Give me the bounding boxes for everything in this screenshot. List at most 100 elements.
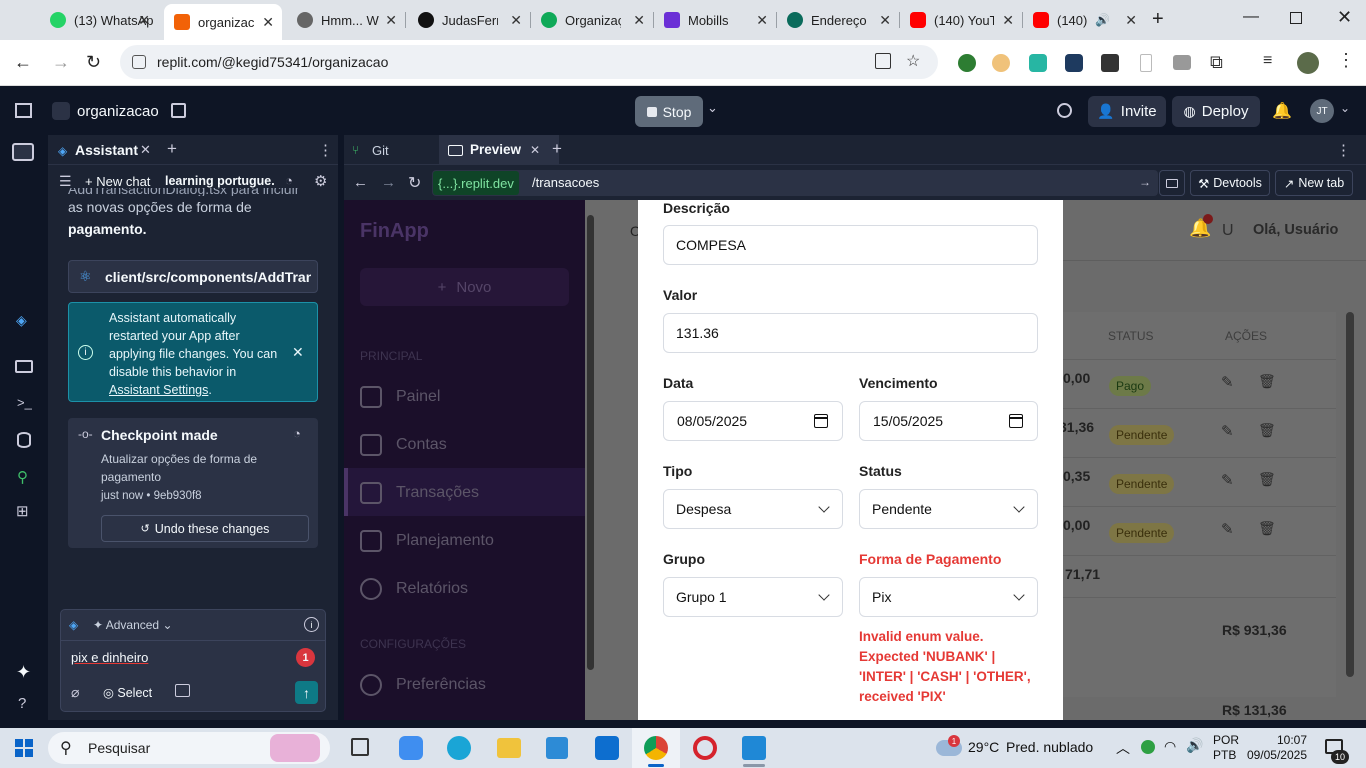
tab-git[interactable]: Git <box>372 143 389 158</box>
close-icon[interactable]: ✕ <box>1125 12 1137 29</box>
outlook-icon[interactable] <box>595 736 619 760</box>
browser-tab[interactable]: Mobills ✕ <box>654 6 776 34</box>
new-tab-button[interactable]: ↗ New tab <box>1275 170 1353 196</box>
tipo-select[interactable]: Despesa <box>663 489 843 529</box>
close-icon[interactable]: ✕ <box>756 12 768 29</box>
taskbar-search[interactable]: ⚲ Pesquisar <box>48 732 330 764</box>
close-icon[interactable]: ✕ <box>530 143 540 157</box>
user-avatar[interactable]: U <box>1222 222 1234 240</box>
deployments-icon[interactable]: ⚲ <box>17 468 28 486</box>
media-control-icon[interactable]: ≡ <box>1263 52 1272 70</box>
preview-url-bar[interactable]: {...}.replit.dev /transacoes → <box>432 170 1158 196</box>
toggle-sidebar-icon[interactable] <box>12 143 34 161</box>
menu-kebab-icon[interactable]: ⋮ <box>1337 50 1355 71</box>
back-icon[interactable]: ← <box>14 52 32 73</box>
forma-pagamento-select[interactable]: Pix <box>859 577 1038 617</box>
chevron-down-icon[interactable]: ⌄ <box>707 100 718 116</box>
profile-avatar[interactable] <box>1297 52 1319 74</box>
new-tab-icon[interactable]: + <box>167 139 177 159</box>
close-icon[interactable]: ✕ <box>1002 12 1014 29</box>
browser-tab[interactable]: (140) 🔊 ✕ <box>1023 6 1145 34</box>
sparkle-icon[interactable]: ✦ <box>16 662 31 683</box>
edit-icon[interactable]: ✎ <box>1221 373 1234 391</box>
info-icon[interactable]: i <box>304 617 319 632</box>
close-icon[interactable]: ✕ <box>633 12 645 29</box>
close-window-button[interactable]: ✕ <box>1337 7 1352 28</box>
extensions-puzzle-icon[interactable]: ⧉ <box>1210 52 1223 73</box>
minimize-button[interactable]: — <box>1243 8 1259 26</box>
status-select[interactable]: Pendente <box>859 489 1038 529</box>
chat-title[interactable]: learning portugue... <box>165 174 275 188</box>
edit-icon[interactable]: ✎ <box>1221 520 1234 538</box>
file-reference[interactable]: ⚛ client/src/components/AddTrans <box>68 260 318 293</box>
close-icon[interactable]: ✕ <box>140 142 151 158</box>
data-input[interactable]: 08/05/2025 <box>663 401 843 441</box>
undo-button[interactable]: ↺ Undo these changes <box>101 515 309 542</box>
nav-relatorios[interactable]: Relatórios <box>360 578 468 600</box>
browser-tab[interactable]: JudasFerr ✕ <box>408 6 530 34</box>
close-icon[interactable]: ✕ <box>879 12 891 29</box>
bookmark-star-icon[interactable]: ☆ <box>906 51 920 71</box>
browser-tab[interactable]: Organizaç ✕ <box>531 6 653 34</box>
trash-icon[interactable]: 🗑 <box>1258 373 1276 390</box>
devtools-button[interactable]: ⚒ Devtools <box>1190 170 1270 196</box>
user-avatar[interactable]: JT <box>1310 99 1334 123</box>
browser-tab[interactable]: (140) YouT ✕ <box>900 6 1022 34</box>
url-bar[interactable]: replit.com/@kegid75341/organizacao ☆ <box>120 45 938 79</box>
vscode-icon[interactable] <box>742 736 766 760</box>
close-icon[interactable]: ✕ <box>292 344 304 361</box>
install-icon[interactable] <box>875 53 891 69</box>
home-icon[interactable] <box>15 103 32 118</box>
sidebar-scrollbar[interactable] <box>587 215 594 670</box>
trash-icon[interactable]: 🗑 <box>1258 422 1276 439</box>
trash-icon[interactable]: 🗑 <box>1258 520 1276 537</box>
extension-icon[interactable] <box>1101 54 1119 72</box>
project-name[interactable]: organizacao <box>77 103 159 120</box>
close-icon[interactable]: ✕ <box>385 12 397 29</box>
new-tab-icon[interactable]: + <box>552 139 562 159</box>
forward-icon[interactable]: → <box>381 174 396 191</box>
shell-icon[interactable]: >_ <box>17 395 32 410</box>
invite-button[interactable]: 👤 Invite <box>1088 96 1166 127</box>
nav-painel[interactable]: Painel <box>360 386 440 408</box>
bell-icon[interactable]: 🔔 <box>1272 101 1292 121</box>
copilot-icon[interactable] <box>399 736 423 760</box>
chat-input[interactable]: pix e dinheiro <box>71 650 148 665</box>
clock[interactable]: 10:07 09/05/2025 <box>1245 733 1307 763</box>
preview-icon[interactable] <box>15 360 33 373</box>
extension-icon[interactable] <box>1140 54 1152 72</box>
opera-icon[interactable] <box>693 736 717 760</box>
sync-check-icon[interactable] <box>1141 740 1155 754</box>
nav-contas[interactable]: Contas <box>360 434 447 456</box>
gauge-icon[interactable]: ◔ <box>285 173 293 188</box>
menu-kebab-icon[interactable]: ⋮ <box>318 141 333 159</box>
trash-icon[interactable]: 🗑 <box>1258 471 1276 488</box>
react-devtools-icon[interactable] <box>1065 54 1083 72</box>
browser-tab[interactable]: (13) WhatsApp ✕ <box>40 6 158 34</box>
edge-icon[interactable] <box>447 736 471 760</box>
send-button[interactable]: ↑ <box>295 681 318 704</box>
task-view-icon[interactable] <box>351 738 369 756</box>
nav-transacoes[interactable]: Transações <box>360 482 479 504</box>
assistant-icon[interactable]: ◈ <box>16 312 30 328</box>
reload-icon[interactable]: ↻ <box>86 52 101 73</box>
maximize-button[interactable] <box>1290 12 1302 24</box>
store-icon[interactable] <box>546 737 568 759</box>
assistant-settings-link[interactable]: Assistant Settings <box>109 383 208 397</box>
back-icon[interactable]: ← <box>353 174 368 191</box>
new-chat-button[interactable]: + New chat <box>85 174 150 189</box>
project-icon[interactable] <box>52 102 70 120</box>
stop-button[interactable]: Stop <box>635 96 703 127</box>
grupo-select[interactable]: Grupo 1 <box>663 577 843 617</box>
edit-icon[interactable]: ✎ <box>1221 422 1234 440</box>
browser-tab[interactable]: Endereço ✕ <box>777 6 899 34</box>
descricao-input[interactable]: COMPESA <box>663 225 1038 265</box>
extension-icon[interactable] <box>958 54 976 72</box>
help-icon[interactable]: ? <box>18 695 26 712</box>
deploy-button[interactable]: ◍ Deploy <box>1172 96 1260 127</box>
file-explorer-icon[interactable] <box>497 738 521 758</box>
chrome-taskbar-item[interactable] <box>632 728 680 768</box>
menu-kebab-icon[interactable]: ⋮ <box>1336 141 1351 159</box>
all-tools-icon[interactable]: ⊞ <box>16 502 29 520</box>
extension-icon[interactable] <box>1029 54 1047 72</box>
